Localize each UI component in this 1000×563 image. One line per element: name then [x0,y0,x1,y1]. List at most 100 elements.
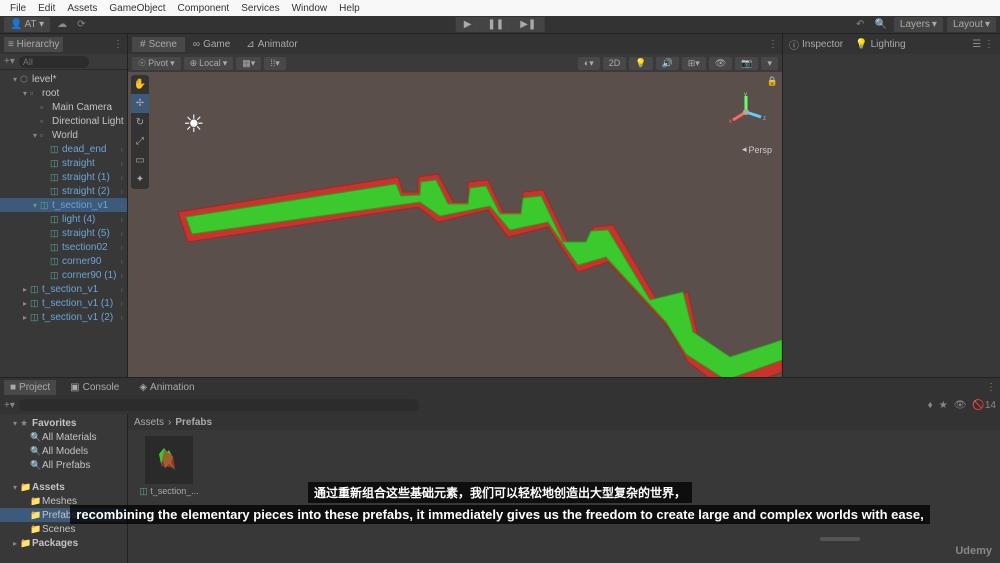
chevron-right-icon[interactable]: › [120,173,125,182]
layers-dropdown[interactable]: Layers▾ [894,17,943,32]
hidden-icon[interactable]: 👁 [954,400,967,411]
tree-item[interactable]: ▫Main Camera [0,100,127,114]
account-label: AT ▾ [24,19,44,30]
cam-button[interactable]: 📷 [735,57,758,70]
tree-scene-root[interactable]: ▾⬡ level* [0,72,127,86]
game-tab[interactable]: ∞Game [185,37,238,52]
tree-item[interactable]: ◫straight› [0,156,127,170]
favorite-icon[interactable]: ★ [939,400,948,411]
chevron-right-icon[interactable]: › [120,201,125,210]
tree-item[interactable]: ▾▫World [0,128,127,142]
list-item-selected[interactable]: 📁Prefabs [0,508,127,522]
count-badge: 🚫14 [972,400,996,411]
project-search[interactable] [19,399,419,411]
tree-item[interactable]: ▸◫t_section_v1 (2)› [0,310,127,324]
asset-item[interactable]: ◫ t_section_... [134,436,204,557]
chevron-right-icon[interactable]: › [120,145,125,154]
tree-item[interactable]: ◫dead_end› [0,142,127,156]
account-dropdown[interactable]: 👤 AT ▾ [4,17,50,32]
menu-gameobject[interactable]: GameObject [103,3,171,14]
console-tab[interactable]: ▣ Console [64,380,125,395]
hierarchy-search[interactable] [19,56,89,68]
list-item[interactable]: 🔍All Materials [0,430,127,444]
pivot-dropdown[interactable]: ☉Pivot▾ [132,57,181,70]
chevron-right-icon[interactable]: › [120,271,125,280]
chevron-right-icon[interactable]: › [120,243,125,252]
tree-item[interactable]: ▸◫t_section_v1› [0,282,127,296]
2d-toggle[interactable]: 2D [603,57,627,70]
tree-item[interactable]: ◫tsection02› [0,240,127,254]
local-dropdown[interactable]: ⊕Local▾ [184,57,234,70]
undo-history-icon[interactable]: ↶ [853,19,867,30]
favorites-node[interactable]: ▾★Favorites [0,416,127,430]
snap-button[interactable]: ⁞⁞▾ [264,57,286,70]
tree-item[interactable]: ◫straight (1)› [0,170,127,184]
tree-item[interactable]: ◫corner90› [0,254,127,268]
pause-button[interactable]: ❚❚ [479,17,512,32]
tree-item[interactable]: ▸◫t_section_v1 (1)› [0,296,127,310]
audio-toggle[interactable]: 🔊 [656,57,679,70]
chevron-right-icon[interactable]: › [120,257,125,266]
cloud-icon[interactable]: ☁ [54,19,70,30]
menu-window[interactable]: Window [286,3,334,14]
tree-item[interactable]: ▫Directional Light [0,114,127,128]
chevron-right-icon[interactable]: › [120,299,125,308]
list-item[interactable]: 🔍All Models [0,444,127,458]
inspector-tab[interactable]: ⓘ Inspector [789,37,843,52]
list-item[interactable]: 📁Scenes [0,522,127,536]
chevron-right-icon[interactable]: › [120,187,125,196]
menu-edit[interactable]: Edit [32,3,61,14]
add-asset-icon[interactable]: +▾ [4,400,15,411]
tree-item-selected[interactable]: ▾◫t_section_v1› [0,198,127,212]
tree-item[interactable]: ◫straight (2)› [0,184,127,198]
chevron-right-icon[interactable]: › [120,159,125,168]
chevron-right-icon[interactable]: › [120,215,125,224]
light-toggle[interactable]: 💡 [629,57,652,70]
search-icon[interactable]: 🔍 [871,19,889,30]
scene-viewport[interactable]: ✋ ✢ ↻ ⤢ ▭ ✦ ☀ z y x 🔒 ◂Persp [128,72,782,377]
inspector-menu-icon[interactable]: ☰ ⋮ [972,39,994,50]
play-button[interactable]: ▶ [456,17,480,32]
scene-tab[interactable]: #Scene [132,37,185,52]
menu-component[interactable]: Component [172,3,236,14]
lighting-tab[interactable]: 💡 Lighting [855,37,905,52]
hierarchy-tab[interactable]: ≡ Hierarchy [4,37,63,52]
layout-dropdown[interactable]: Layout▾ [947,17,996,32]
zoom-slider[interactable] [820,537,860,541]
packages-node[interactable]: ▸📁Packages [0,536,127,550]
tree-item[interactable]: ▾▫root [0,86,127,100]
scene-menu-icon[interactable]: ⋮ [768,39,778,50]
step-button[interactable]: ▶❚ [512,17,544,32]
tree-item[interactable]: ◫light (4)› [0,212,127,226]
tree-item[interactable]: ◫corner90 (1)› [0,268,127,282]
chevron-right-icon[interactable]: › [120,285,125,294]
menu-services[interactable]: Services [235,3,285,14]
menu-file[interactable]: File [4,3,32,14]
animator-tab[interactable]: ⊿Animator [238,37,305,52]
filter-icon[interactable]: ♦ [928,400,933,411]
chevron-right-icon[interactable]: › [120,229,125,238]
assets-node[interactable]: ▾📁Assets [0,480,127,494]
fx-toggle[interactable]: ⊞▾ [682,57,706,70]
chevron-right-icon[interactable]: › [120,313,125,322]
sync-icon[interactable]: ⟳ [74,19,88,30]
breadcrumb-current[interactable]: Prefabs [175,417,212,428]
udemy-logo: Udemy [955,545,992,557]
breadcrumb-root[interactable]: Assets [134,417,164,428]
eye-toggle[interactable]: 👁 [709,57,732,70]
list-item[interactable]: 📁Meshes [0,494,127,508]
grid-button[interactable]: ▦▾ [236,57,261,70]
project-tab[interactable]: ■ Project [4,380,56,395]
hierarchy-menu-icon[interactable]: ⋮ [113,39,123,50]
list-item[interactable]: 🔍All Prefabs [0,458,127,472]
gizmos-dropdown[interactable]: ▾ [761,57,778,70]
inspector-panel: ⓘ Inspector 💡 Lighting ☰ ⋮ [782,34,1000,377]
asset-thumbnail [145,436,193,484]
add-icon[interactable]: +▾ [4,56,15,67]
project-menu-icon[interactable]: ⋮ [986,382,996,393]
shade-dropdown[interactable]: ◐▾ [578,57,600,70]
animation-tab[interactable]: ◈ Animation [133,380,200,395]
menu-assets[interactable]: Assets [61,3,103,14]
tree-item[interactable]: ◫straight (5)› [0,226,127,240]
menu-help[interactable]: Help [333,3,366,14]
